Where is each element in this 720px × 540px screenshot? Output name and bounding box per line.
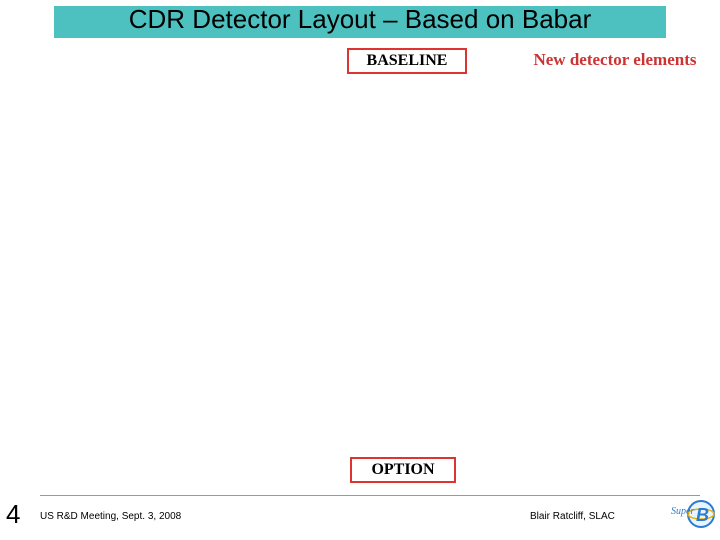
option-label-box: OPTION [350,457,456,483]
option-label: OPTION [371,461,434,478]
footer-author: Blair Ratcliff, SLAC [530,511,615,522]
new-detector-text: New detector elements [530,50,700,70]
superb-logo: Super B [670,499,716,534]
page-number: 4 [6,499,20,530]
svg-text:B: B [696,505,709,525]
page-title: CDR Detector Layout – Based on Babar [0,4,720,35]
svg-text:Super: Super [671,506,694,517]
baseline-label-box: BASELINE [347,48,467,74]
footer-meeting: US R&D Meeting, Sept. 3, 2008 [40,511,181,522]
baseline-label: BASELINE [367,52,448,69]
